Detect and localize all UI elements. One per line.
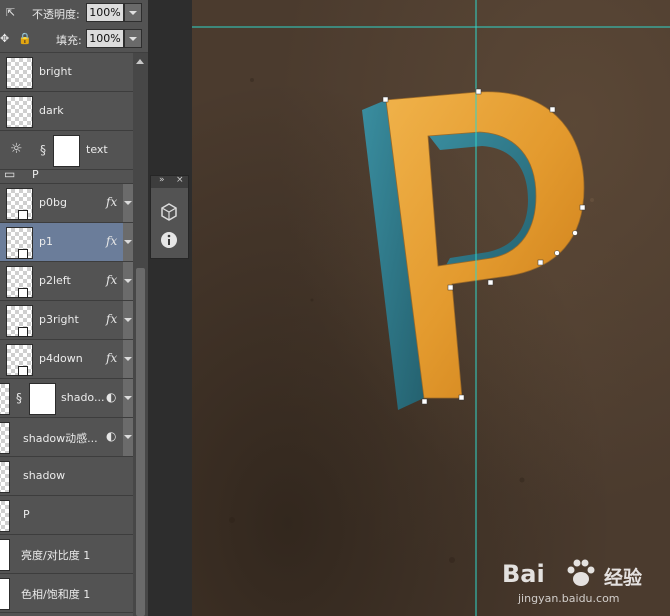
smart-filter-icon: ◐: [106, 429, 117, 443]
opacity-row: ⇱ 不透明度: 100%: [0, 0, 148, 27]
collapsed-panel-dock: » ×: [150, 175, 189, 259]
layer-mask-thumbnail: [29, 383, 56, 415]
smart-object-icon: [18, 210, 28, 220]
layer-mask-thumbnail: [53, 135, 80, 167]
canvas-artwork: [192, 0, 670, 616]
layer-name: 亮度/对比度 1: [21, 549, 91, 562]
chain-link-icon[interactable]: §: [40, 143, 46, 157]
layers-scrollbar[interactable]: [133, 53, 148, 616]
layer-hue-saturation[interactable]: 色相/饱和度 1: [0, 574, 133, 613]
document-canvas[interactable]: Bai 经验 jingyan.baidu.com: [192, 0, 670, 616]
layer-bright[interactable]: bright: [0, 53, 133, 92]
layer-name: p2left: [39, 274, 71, 287]
watermark-url: jingyan.baidu.com: [518, 592, 620, 605]
lock-icon[interactable]: 🔒: [18, 32, 32, 45]
folder-icon: ▭: [4, 167, 16, 181]
layer-shadow-masked[interactable]: § shado... ◐: [0, 379, 133, 418]
layer-thumbnail: [0, 461, 10, 493]
baidu-jingyan-watermark: Bai 经验 jingyan.baidu.com: [498, 554, 658, 610]
expand-effects-button[interactable]: [123, 262, 133, 300]
expand-effects-button[interactable]: [123, 418, 133, 456]
smart-object-icon: [18, 366, 28, 376]
layer-name: P: [32, 168, 39, 181]
fill-label: 填充:: [56, 34, 82, 47]
expand-effects-button[interactable]: [123, 379, 133, 417]
fill-dropdown-button[interactable]: [124, 29, 142, 48]
layer-brightness-contrast[interactable]: 亮度/对比度 1: [0, 535, 133, 574]
panel-gutter: [148, 0, 192, 616]
chain-link-icon[interactable]: §: [16, 391, 22, 405]
expand-effects-button[interactable]: [123, 184, 133, 222]
move-lock-icon[interactable]: ✥: [0, 32, 9, 45]
layer-P-smart[interactable]: P: [0, 496, 133, 535]
expand-effects-button[interactable]: [123, 340, 133, 378]
layer-name: bright: [39, 65, 72, 78]
layer-name: shadow: [23, 469, 66, 482]
scrollbar-thumb[interactable]: [136, 268, 145, 616]
expand-effects-button[interactable]: [123, 301, 133, 339]
smart-object-icon: [18, 249, 28, 259]
layer-p4down[interactable]: p4down fx: [0, 340, 133, 379]
info-icon[interactable]: [159, 230, 179, 250]
layer-name: shado...: [61, 391, 105, 404]
layer-shadow[interactable]: shadow: [0, 457, 133, 496]
layer-thumbnail: [0, 383, 10, 415]
watermark-suffix: 经验: [604, 567, 643, 589]
smart-object-icon: [18, 327, 28, 337]
layer-name: p0bg: [39, 196, 67, 209]
smart-filter-icon: ◐: [106, 390, 117, 404]
fx-icon[interactable]: fx: [106, 312, 117, 326]
layer-p1[interactable]: p1 fx: [0, 223, 133, 262]
expand-panels-icon[interactable]: »: [159, 175, 165, 185]
layer-p3right[interactable]: p3right fx: [0, 301, 133, 340]
scroll-up-arrow[interactable]: [136, 59, 144, 64]
layer-thumbnail: [6, 57, 33, 89]
watermark-brand: Bai: [502, 560, 545, 588]
layer-dark[interactable]: dark: [0, 92, 133, 131]
fx-icon[interactable]: fx: [106, 273, 117, 287]
opacity-label: 不透明度:: [32, 8, 80, 21]
opacity-dropdown-button[interactable]: [124, 3, 142, 22]
layer-name: 色相/饱和度 1: [21, 588, 91, 601]
layer-name: p3right: [39, 313, 79, 326]
layer-p0bg[interactable]: p0bg fx: [0, 184, 133, 223]
layer-name: text: [86, 143, 108, 156]
layer-thumbnail: [0, 500, 10, 532]
layer-mask-thumbnail: [0, 578, 10, 610]
layer-name: shadow动感...: [23, 432, 98, 445]
layer-name: p1: [39, 235, 53, 248]
3d-cube-icon[interactable]: [159, 202, 179, 222]
layer-thumbnail: [0, 422, 10, 454]
link-lock-icon[interactable]: ⇱: [6, 6, 15, 19]
layer-p2left[interactable]: p2left fx: [0, 262, 133, 301]
layers-panel: ⇱ 不透明度: 100% ✥ 🔒 填充: 100% bright dark ☼ …: [0, 0, 148, 616]
close-panel-icon[interactable]: ×: [176, 175, 184, 185]
smart-object-icon: [18, 288, 28, 298]
layer-text[interactable]: ☼ § text: [0, 131, 133, 170]
fx-icon[interactable]: fx: [106, 351, 117, 365]
layer-group-P[interactable]: ▭ P: [0, 167, 133, 184]
layer-mask-thumbnail: [0, 539, 10, 571]
panel-dock-header: » ×: [151, 175, 188, 188]
layer-name: dark: [39, 104, 64, 117]
opacity-input[interactable]: 100%: [86, 3, 124, 22]
layer-thumbnail: [6, 96, 33, 128]
expand-effects-button[interactable]: [123, 223, 133, 261]
layer-name: p4down: [39, 352, 83, 365]
layer-name: P: [23, 508, 30, 521]
fx-icon[interactable]: fx: [106, 234, 117, 248]
fx-icon[interactable]: fx: [106, 195, 117, 209]
baidu-paw-icon: [567, 559, 595, 586]
layer-shadow-motion[interactable]: shadow动感... ◐: [0, 418, 133, 457]
brightness-adjustment-icon: ☼: [10, 141, 23, 157]
fill-row: ✥ 🔒 填充: 100%: [0, 26, 148, 53]
fill-input[interactable]: 100%: [86, 29, 124, 48]
